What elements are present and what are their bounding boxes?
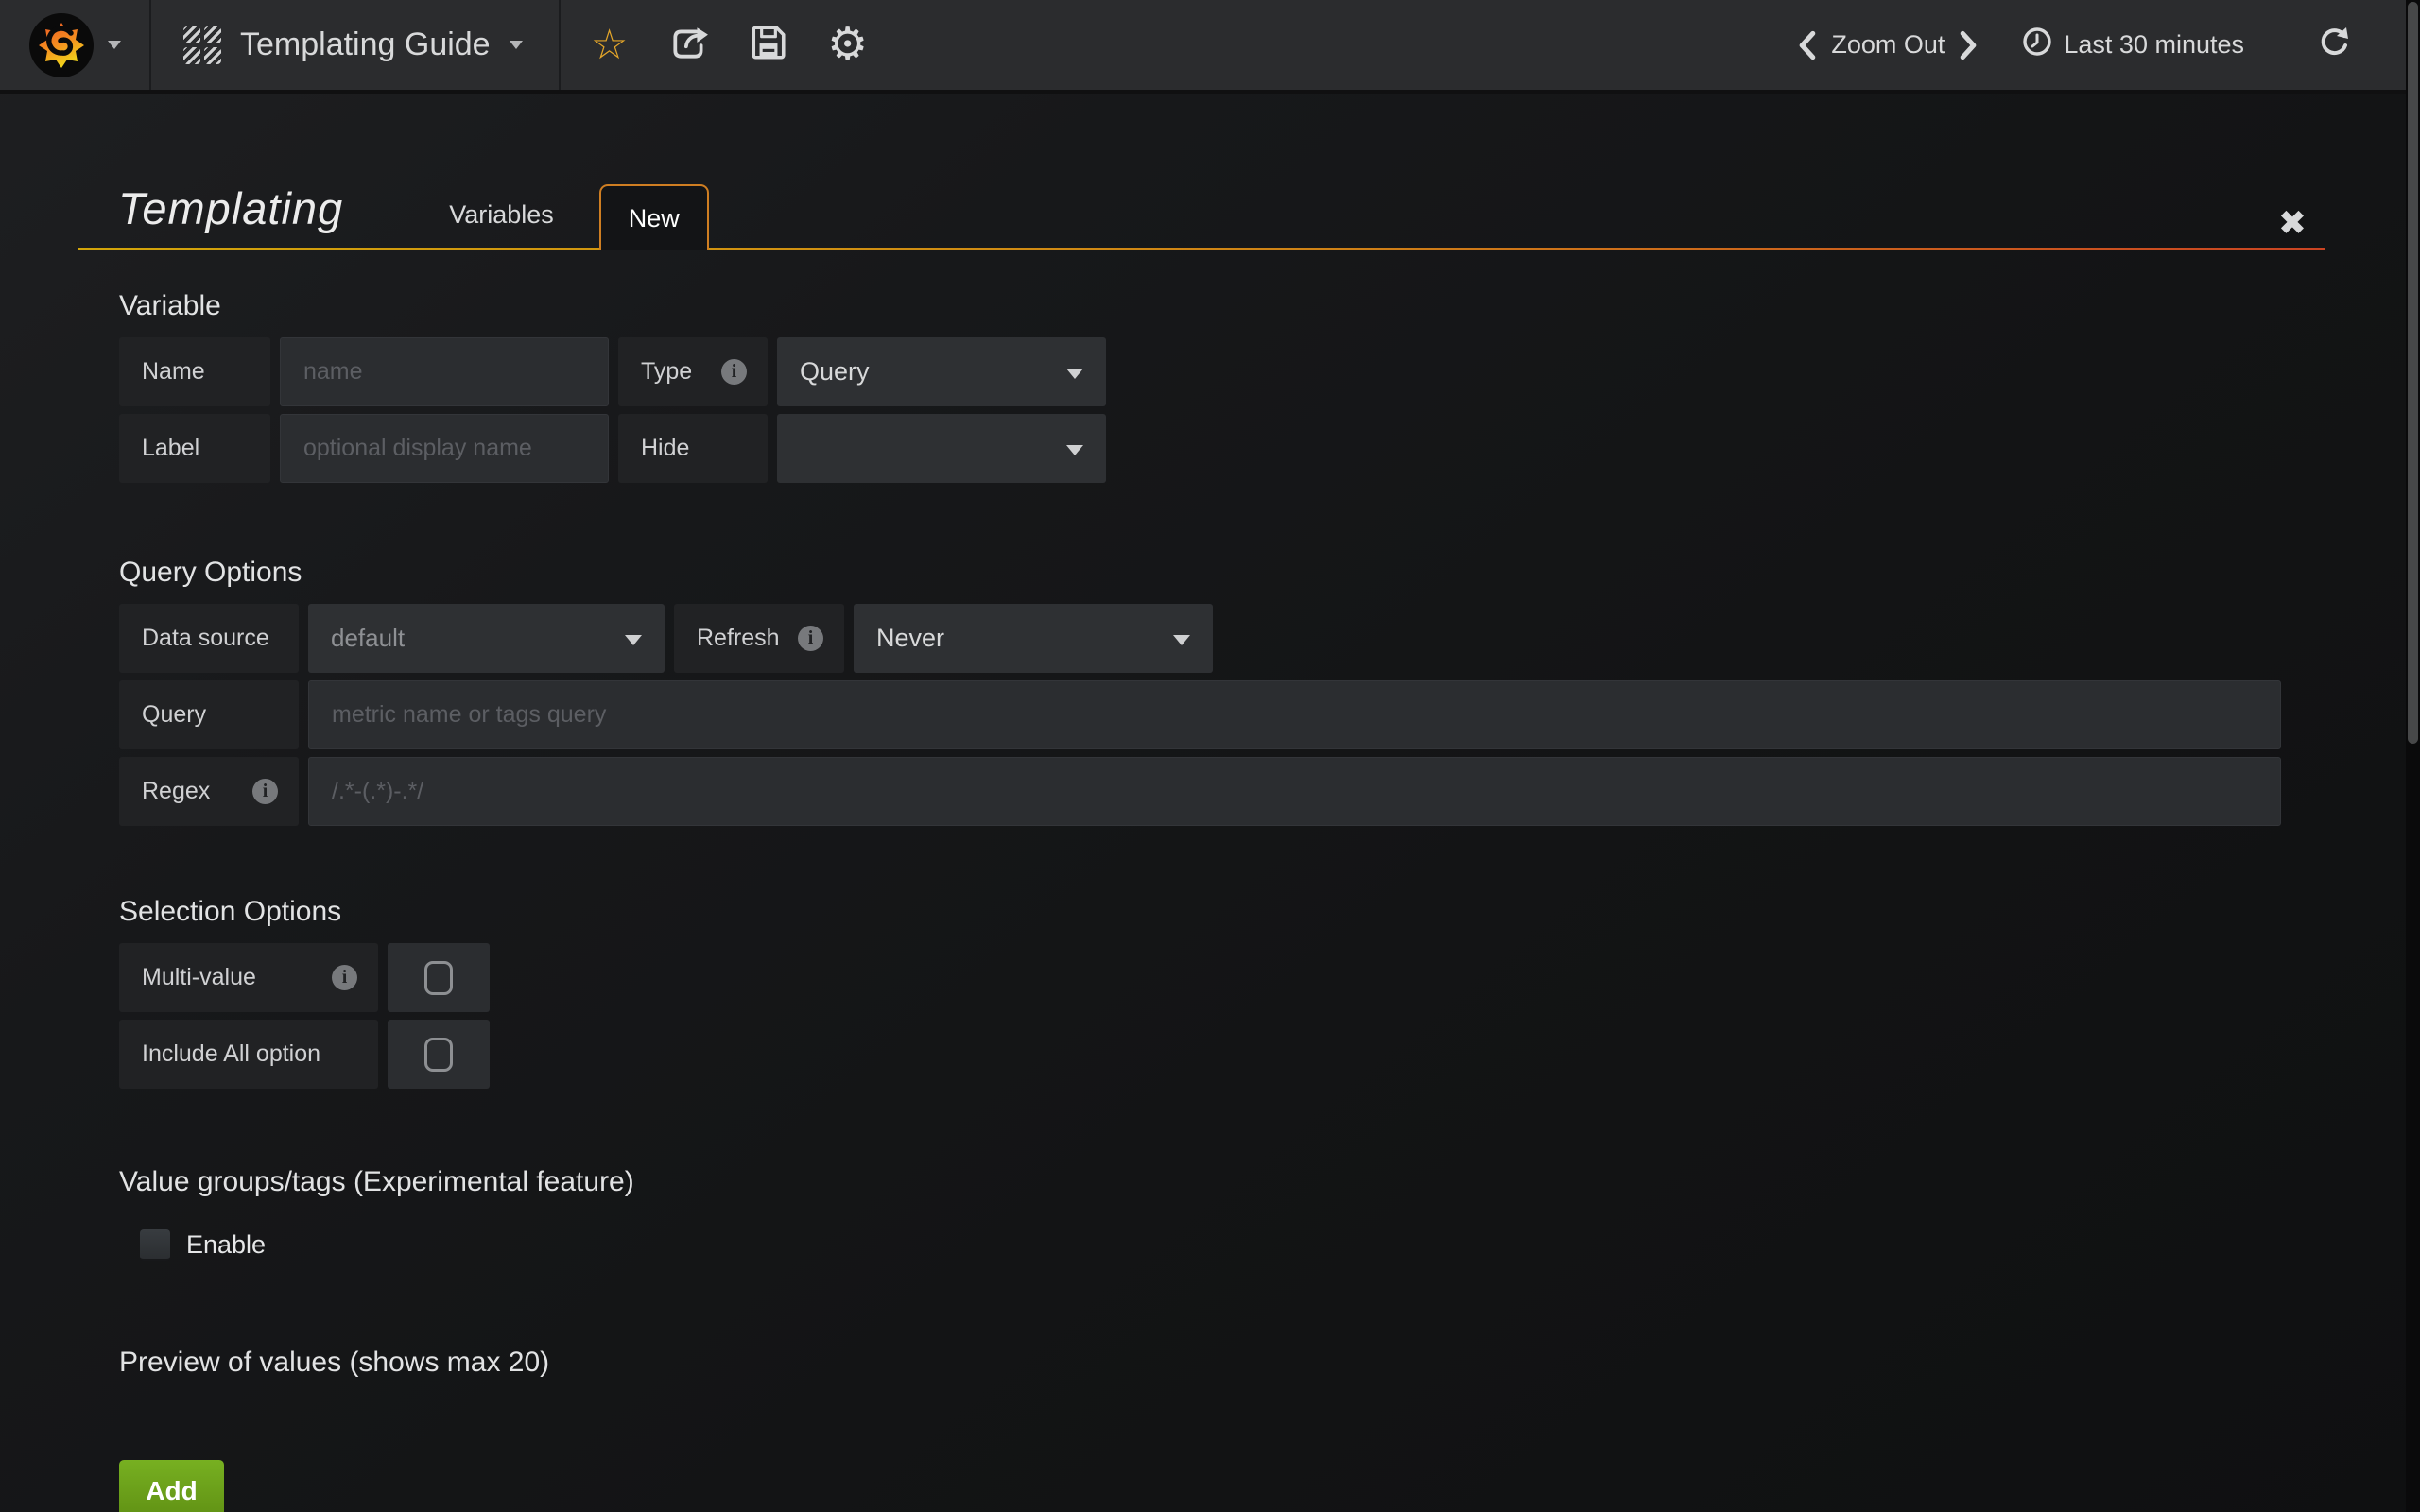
variable-label-row: Label Hide <box>119 414 2325 483</box>
regex-info-icon[interactable]: i <box>252 779 278 804</box>
time-shift-back-button[interactable] <box>1797 30 1818 60</box>
refresh-label-text: Refresh <box>697 625 780 652</box>
save-dashboard-button[interactable] <box>750 17 787 74</box>
grafana-logo-icon <box>28 12 95 78</box>
scrollbar-thumb[interactable] <box>2408 2 2418 744</box>
variable-form: Name Type i Query Label Hide <box>119 337 2325 483</box>
select-caret-icon <box>1173 635 1190 645</box>
refresh-label: Refresh i <box>674 604 844 673</box>
label-label: Label <box>119 414 270 483</box>
name-label: Name <box>119 337 270 406</box>
selection-options-form: Multi-value i Include All option <box>119 943 2325 1089</box>
navbar-actions: ☆ <box>561 0 867 90</box>
value-groups-heading: Value groups/tags (Experimental feature) <box>119 1166 2325 1198</box>
gear-icon: ⚙ <box>827 23 868 68</box>
query-options-heading: Query Options <box>119 557 2325 589</box>
query-row: Query <box>119 680 2325 749</box>
variable-section-heading: Variable <box>119 290 2325 322</box>
checkbox-icon <box>424 961 453 995</box>
header-underline <box>78 248 2325 250</box>
close-icon[interactable]: ✖ <box>2278 206 2307 240</box>
clock-icon <box>2022 26 2052 63</box>
page-title: Templating <box>118 182 343 234</box>
selection-options-heading: Selection Options <box>119 896 2325 928</box>
time-range-picker[interactable]: Last 30 minutes <box>2022 26 2244 63</box>
select-caret-icon <box>1066 369 1083 379</box>
label-input[interactable] <box>280 414 609 483</box>
share-icon <box>669 23 709 67</box>
navbar: Templating Guide ☆ <box>0 0 2420 94</box>
multi-value-info-icon[interactable]: i <box>332 965 357 990</box>
regex-input[interactable] <box>308 757 2281 826</box>
multi-value-row: Multi-value i <box>119 943 2325 1012</box>
datasource-select[interactable]: default <box>308 604 665 673</box>
type-label-text: Type <box>641 358 692 386</box>
enable-label: Enable <box>186 1230 266 1260</box>
query-input[interactable] <box>308 680 2281 749</box>
add-button[interactable]: Add <box>119 1460 224 1512</box>
include-all-row: Include All option <box>119 1020 2325 1089</box>
refresh-info-icon[interactable]: i <box>798 626 823 651</box>
type-info-icon[interactable]: i <box>721 359 747 385</box>
dashboard-caret-icon <box>510 41 523 49</box>
scrollbar-track[interactable] <box>2406 0 2420 1512</box>
refresh-button[interactable] <box>2318 25 2352 65</box>
tabs: Variables New <box>445 181 709 248</box>
query-label: Query <box>119 680 299 749</box>
logo-caret-icon <box>108 41 121 49</box>
regex-label: Regex i <box>119 757 299 826</box>
time-range-label: Last 30 minutes <box>2064 30 2244 60</box>
datasource-select-value: default <box>331 624 405 653</box>
grafana-menu-button[interactable] <box>0 0 149 90</box>
multi-value-label: Multi-value i <box>119 943 378 1012</box>
regex-label-text: Regex <box>142 778 210 805</box>
type-select[interactable]: Query <box>777 337 1106 406</box>
enable-row: Enable <box>140 1229 2325 1261</box>
multi-value-label-text: Multi-value <box>142 964 256 991</box>
time-shift-forward-button[interactable] <box>1958 30 1979 60</box>
dashboard-title-menu[interactable]: Templating Guide <box>149 0 561 90</box>
hide-select[interactable] <box>777 414 1106 483</box>
include-all-checkbox[interactable] <box>388 1020 490 1089</box>
refresh-icon <box>2318 25 2352 65</box>
preview-heading: Preview of values (shows max 20) <box>119 1347 2325 1379</box>
include-all-label: Include All option <box>119 1020 378 1089</box>
datasource-label: Data source <box>119 604 299 673</box>
settings-button[interactable]: ⚙ <box>829 17 867 74</box>
dashboard-icon <box>183 26 221 64</box>
grafana-app: Templating Guide ☆ <box>0 0 2420 1512</box>
datasource-row: Data source default Refresh i Never <box>119 604 2325 673</box>
enable-checkbox[interactable] <box>140 1229 170 1261</box>
checkbox-icon <box>424 1038 453 1072</box>
page-header: Templating Variables New ✖ <box>78 181 2325 250</box>
save-icon <box>749 23 788 67</box>
refresh-select[interactable]: Never <box>854 604 1213 673</box>
star-icon: ☆ <box>591 25 628 66</box>
select-caret-icon <box>1066 445 1083 455</box>
variable-name-row: Name Type i Query <box>119 337 2325 406</box>
navbar-time-controls: Zoom Out Last 30 minutes <box>1797 0 2420 90</box>
type-label: Type i <box>618 337 768 406</box>
zoom-out-button[interactable]: Zoom Out <box>1831 30 1945 60</box>
dashboard-title: Templating Guide <box>240 26 491 63</box>
type-select-value: Query <box>800 357 870 387</box>
multi-value-checkbox[interactable] <box>388 943 490 1012</box>
tab-variables[interactable]: Variables <box>445 181 558 248</box>
templating-settings-page: Templating Variables New ✖ Variable Name… <box>0 181 2420 1512</box>
star-dashboard-button[interactable]: ☆ <box>591 17 629 74</box>
name-input[interactable] <box>280 337 609 406</box>
select-caret-icon <box>625 635 642 645</box>
hide-label: Hide <box>618 414 768 483</box>
query-options-form: Data source default Refresh i Never Quer… <box>119 604 2325 826</box>
share-dashboard-button[interactable] <box>670 17 708 74</box>
refresh-select-value: Never <box>876 624 944 653</box>
tab-new[interactable]: New <box>599 184 709 250</box>
regex-row: Regex i <box>119 757 2325 826</box>
